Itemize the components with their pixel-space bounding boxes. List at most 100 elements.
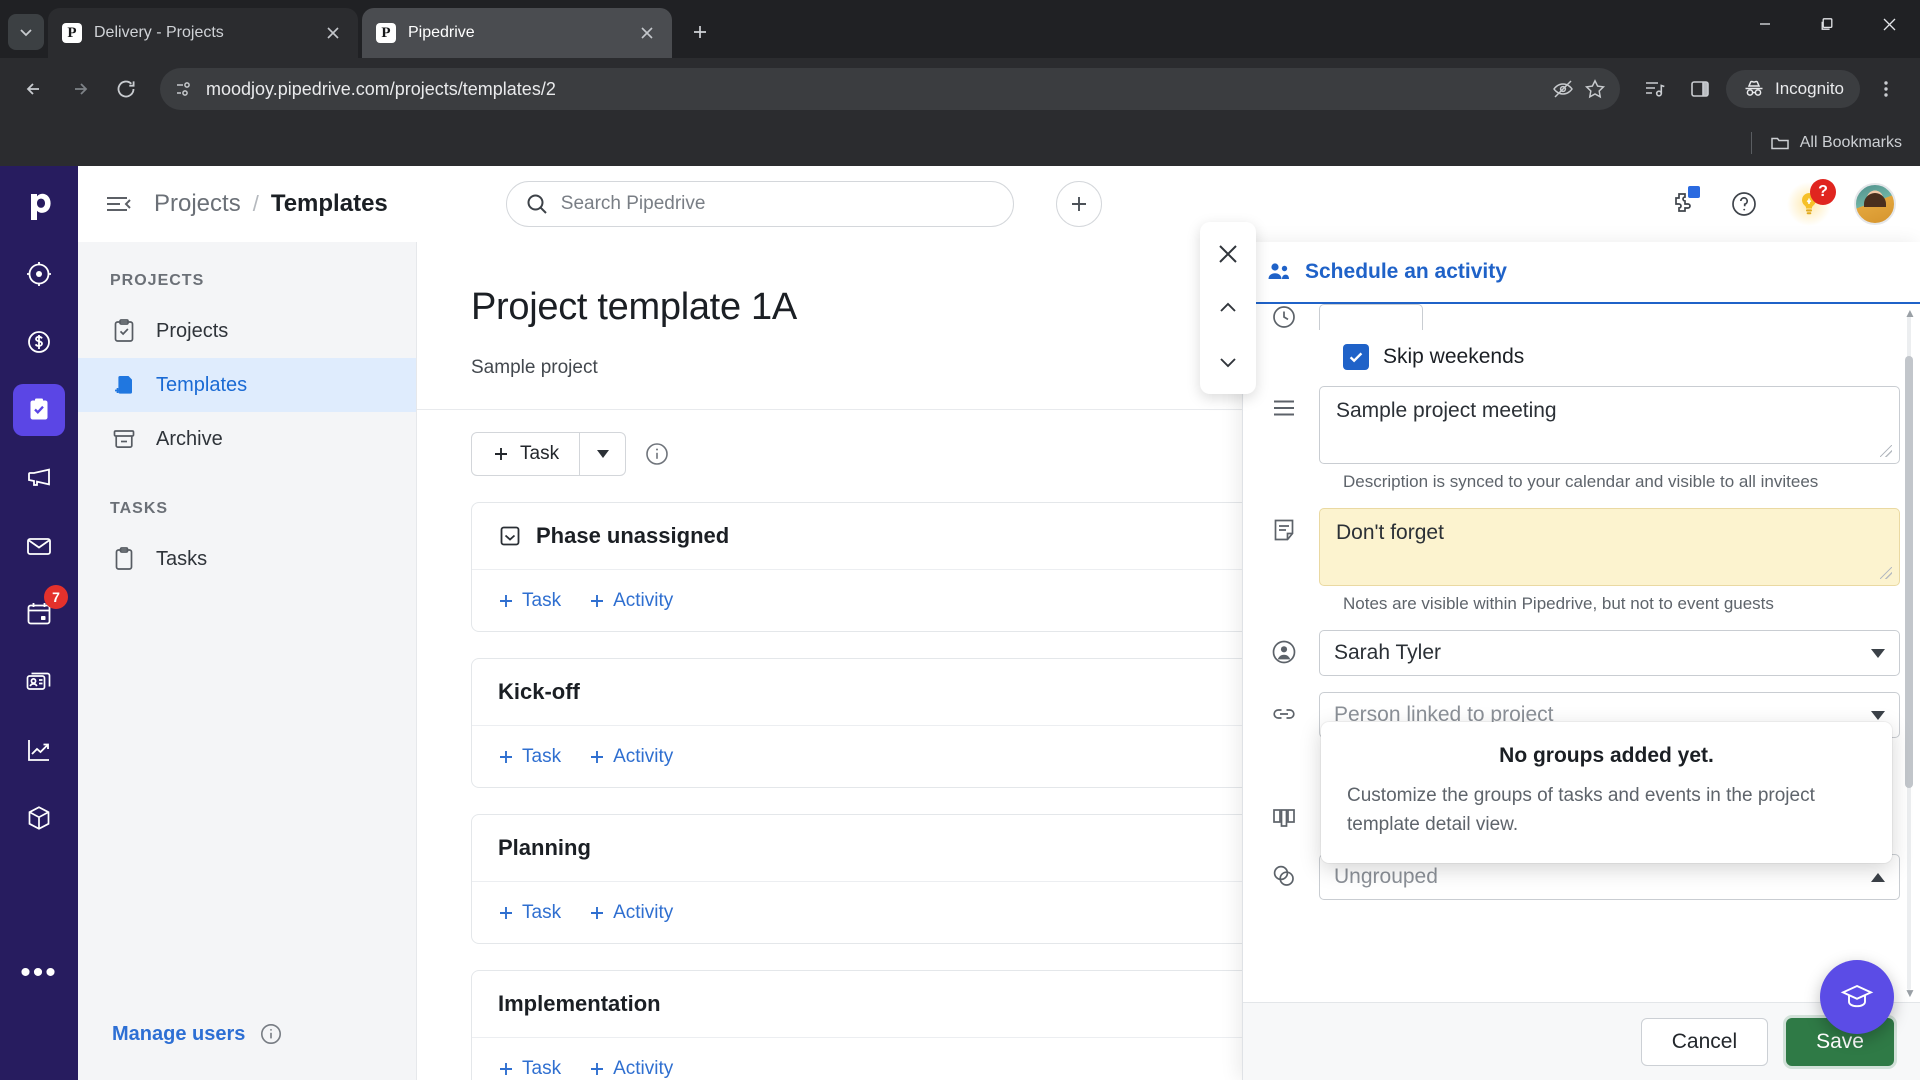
group-value: Ungrouped	[1334, 865, 1438, 888]
add-activity-link-label: Activity	[613, 901, 674, 923]
leads-icon[interactable]	[13, 248, 65, 300]
duration-input[interactable]	[1319, 304, 1423, 330]
bookmark-star-icon[interactable]	[1584, 78, 1606, 100]
add-task-link-label: Task	[522, 901, 562, 923]
add-task-link[interactable]: Task	[498, 902, 561, 924]
reload-icon[interactable]	[106, 69, 146, 109]
collapse-sidebar-icon[interactable]	[102, 187, 136, 221]
chevron-up-icon	[1871, 870, 1885, 885]
projects-icon[interactable]	[13, 384, 65, 436]
folder-icon	[1770, 133, 1790, 153]
browser-tab-2[interactable]: P Pipedrive	[362, 8, 672, 58]
close-icon[interactable]	[322, 22, 344, 44]
no-groups-popup: No groups added yet. Customize the group…	[1321, 722, 1892, 863]
scroll-up-icon[interactable]: ▲	[1904, 306, 1916, 320]
help-icon[interactable]	[1724, 184, 1764, 224]
all-bookmarks-label[interactable]: All Bookmarks	[1800, 134, 1902, 152]
new-tab-button[interactable]	[682, 14, 718, 50]
window-controls	[1734, 0, 1920, 48]
owner-field-wrap: Sarah Tyler	[1319, 630, 1900, 676]
phase-name: Planning	[498, 835, 591, 860]
skip-weekends-row[interactable]: Skip weekends	[1343, 344, 1900, 370]
manage-users-link[interactable]: Manage users	[112, 1023, 245, 1046]
checkbox-checked-icon[interactable]	[1343, 344, 1369, 370]
sidebar-item-archive[interactable]: Archive	[78, 412, 416, 466]
inbox-icon	[498, 524, 522, 548]
products-icon[interactable]	[13, 792, 65, 844]
resize-grip[interactable]	[1880, 445, 1892, 457]
description-helper: Description is synced to your calendar a…	[1343, 472, 1819, 491]
no-groups-description: Customize the groups of tasks and events…	[1347, 785, 1815, 835]
search-input[interactable]: Search Pipedrive	[505, 181, 1014, 227]
add-task-link[interactable]: Task	[498, 590, 561, 612]
tips-button[interactable]: ?	[1786, 179, 1836, 227]
close-icon[interactable]	[1206, 232, 1250, 276]
close-window-icon[interactable]	[1858, 0, 1920, 48]
tracking-protection-icon[interactable]	[1552, 78, 1574, 100]
owner-select[interactable]: Sarah Tyler	[1319, 630, 1900, 676]
more-menu-icon[interactable]: •••	[20, 958, 58, 988]
contacts-icon[interactable]	[13, 656, 65, 708]
breadcrumb-projects[interactable]: Projects	[154, 190, 241, 218]
minimize-icon[interactable]	[1734, 0, 1796, 48]
add-activity-link[interactable]: Activity	[589, 902, 673, 924]
sidebar-item-tasks[interactable]: Tasks	[78, 532, 416, 586]
add-task-link[interactable]: Task	[498, 1058, 561, 1080]
chevron-down-icon	[1871, 646, 1885, 661]
breadcrumb: Projects / Templates	[154, 190, 388, 218]
note-icon	[1267, 508, 1301, 544]
previous-icon[interactable]	[1206, 286, 1250, 330]
side-panel-icon[interactable]	[1680, 69, 1720, 109]
note-input[interactable]: Don't forget	[1319, 508, 1900, 586]
panel-form: ▲ ▼ Skip weekends Sample project meeting…	[1243, 304, 1920, 1002]
panel-footer: Cancel Save	[1243, 1002, 1920, 1080]
pipedrive-logo-icon[interactable]	[13, 180, 65, 232]
add-task-link[interactable]: Task	[498, 746, 561, 768]
deals-icon[interactable]	[13, 316, 65, 368]
add-task-button[interactable]: Task	[471, 432, 627, 476]
info-icon[interactable]	[644, 441, 670, 467]
back-icon[interactable]	[14, 69, 54, 109]
resize-grip[interactable]	[1880, 567, 1892, 579]
schedule-activity-panel: Schedule an activity ▲ ▼ Skip weekends S…	[1242, 242, 1920, 1080]
divider	[1750, 132, 1752, 154]
close-icon[interactable]	[636, 22, 658, 44]
chrome-menu-icon[interactable]	[1866, 69, 1906, 109]
description-input[interactable]: Sample project meeting	[1319, 386, 1900, 464]
incognito-indicator[interactable]: Incognito	[1726, 70, 1860, 108]
address-bar[interactable]: moodjoy.pipedrive.com/projects/templates…	[160, 68, 1620, 110]
panel-scrollbar[interactable]: ▲ ▼	[1904, 306, 1916, 1000]
browser-tab-1[interactable]: P Delivery - Projects	[48, 8, 358, 58]
forward-icon[interactable]	[60, 69, 100, 109]
link-icon	[1267, 692, 1301, 728]
maximize-icon[interactable]	[1796, 0, 1858, 48]
add-activity-link-label: Activity	[613, 745, 674, 767]
scroll-down-icon[interactable]: ▼	[1904, 986, 1916, 1000]
next-icon[interactable]	[1206, 340, 1250, 384]
sidebar-item-projects[interactable]: Projects	[78, 304, 416, 358]
apps-marketplace-icon[interactable]	[1662, 184, 1702, 224]
phase-name: Implementation	[498, 991, 661, 1016]
reading-list-icon[interactable]	[1634, 69, 1674, 109]
avatar[interactable]	[1854, 183, 1896, 225]
campaigns-icon[interactable]	[13, 452, 65, 504]
learn-fab-button[interactable]	[1820, 960, 1894, 1034]
info-icon[interactable]	[259, 1022, 283, 1046]
app-topbar: Projects / Templates Search Pipedrive ?	[78, 166, 1920, 242]
add-activity-link[interactable]: Activity	[589, 746, 673, 768]
tab-search-button[interactable]	[8, 14, 44, 50]
activities-icon[interactable]: 7	[13, 585, 68, 640]
insights-icon[interactable]	[13, 724, 65, 776]
sidebar-item-templates[interactable]: Templates	[78, 358, 416, 412]
tab-schedule-activity[interactable]: Schedule an activity	[1265, 258, 1507, 286]
mail-icon[interactable]	[13, 520, 65, 572]
site-info-icon[interactable]	[174, 79, 194, 99]
add-activity-link[interactable]: Activity	[589, 1058, 673, 1080]
cancel-button[interactable]: Cancel	[1640, 1017, 1769, 1066]
add-activity-link[interactable]: Activity	[589, 590, 673, 612]
scrollbar-thumb[interactable]	[1905, 356, 1913, 788]
tips-badge: ?	[1810, 179, 1836, 205]
chevron-down-icon[interactable]	[579, 433, 625, 475]
add-button[interactable]	[1055, 181, 1102, 227]
topbar-actions: ?	[1662, 179, 1896, 227]
